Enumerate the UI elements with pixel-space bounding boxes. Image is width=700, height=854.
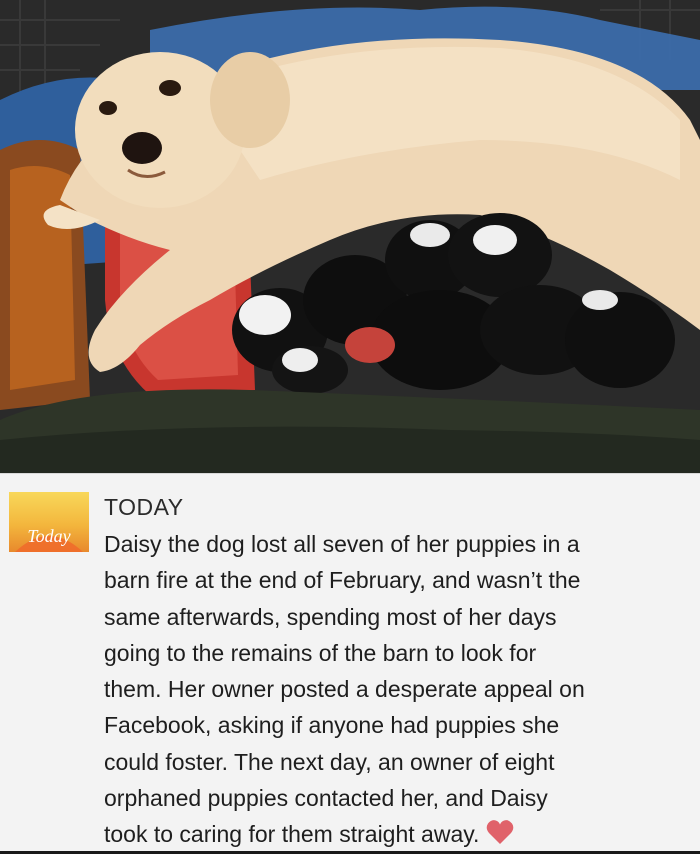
post-photo[interactable] (0, 0, 700, 473)
today-logo-icon: Today (9, 492, 89, 552)
body-line: orphaned puppies contacted her, and Dais… (104, 785, 548, 812)
source-name[interactable]: TODAY (104, 492, 184, 522)
body-line-last-text: took to caring for them straight away. (104, 821, 480, 848)
body-line: Facebook, asking if anyone had puppies s… (104, 712, 560, 739)
post-caption: Today TODAY Daisy the dog lost all seven… (0, 473, 700, 854)
body-line: Daisy the dog lost all seven of her pupp… (104, 531, 580, 557)
heart-icon (485, 818, 515, 846)
today-logo-text: Today (27, 526, 70, 546)
body-line: barn fire at the end of February, and wa… (104, 567, 581, 594)
dog-with-puppies-image (0, 0, 700, 473)
today-logo[interactable]: Today (9, 492, 89, 552)
post: Today TODAY Daisy the dog lost all seven… (0, 0, 700, 854)
body-line: same afterwards, spending most of her da… (104, 603, 557, 630)
body-line: going to the remains of the barn to look… (104, 639, 537, 666)
body-line-last: took to caring for them straight away. (104, 816, 694, 852)
post-body-text: Daisy the dog lost all seven of her pupp… (104, 526, 694, 853)
body-line: could foster. The next day, an owner of … (104, 748, 555, 775)
body-line: them. Her owner posted a desperate appea… (104, 676, 585, 703)
